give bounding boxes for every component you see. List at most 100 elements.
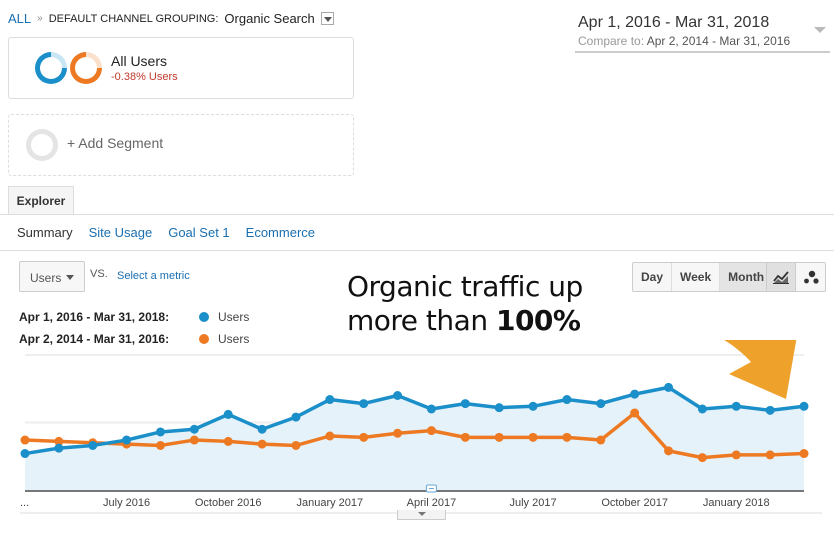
data-point xyxy=(325,431,335,441)
granularity-month-button[interactable]: Month xyxy=(720,263,773,291)
motion-chart-icon xyxy=(803,270,819,284)
x-tick-label: July 2016 xyxy=(103,497,150,509)
subtab-site-usage[interactable]: Site Usage xyxy=(89,225,153,240)
data-point xyxy=(291,412,301,422)
annotation-marker-icon[interactable] xyxy=(425,484,437,493)
x-tick-label: July 2017 xyxy=(509,497,556,509)
data-point xyxy=(460,432,470,442)
x-tick-label: ... xyxy=(20,497,29,509)
annotation-percent: 100% xyxy=(495,304,581,337)
data-point xyxy=(799,401,809,411)
line-chart-button[interactable] xyxy=(767,263,796,291)
data-point xyxy=(155,440,165,450)
breadcrumb-dropdown-icon[interactable] xyxy=(320,12,334,25)
breadcrumb-separator: » xyxy=(37,13,43,24)
segment-change: -0.38% Users xyxy=(111,71,178,83)
empty-segment-icon xyxy=(26,129,58,161)
granularity-toggle: Day Week Month xyxy=(632,262,774,292)
data-point xyxy=(630,408,640,418)
data-point xyxy=(189,435,199,445)
granularity-week-button[interactable]: Week xyxy=(672,263,721,291)
date-range-underline xyxy=(575,51,830,53)
data-point xyxy=(596,435,606,445)
chart-collapse-handle[interactable] xyxy=(397,510,446,520)
curved-arrow-icon xyxy=(723,340,797,399)
data-point xyxy=(359,432,369,442)
data-point xyxy=(155,427,165,437)
add-segment-label: + Add Segment xyxy=(67,135,164,151)
data-point xyxy=(765,405,775,415)
line-chart: ... July 2016 October 2016 January 2017 Apri… xyxy=(20,340,822,514)
data-point xyxy=(20,435,30,445)
granularity-day-button[interactable]: Day xyxy=(633,263,673,291)
data-point xyxy=(799,449,809,459)
data-point xyxy=(257,439,267,449)
data-point xyxy=(664,382,674,392)
legend-range: Apr 1, 2016 - Mar 31, 2018: xyxy=(19,310,170,324)
add-segment-button[interactable]: + Add Segment xyxy=(8,114,354,176)
annotation-line-1: Organic traffic up xyxy=(347,270,583,303)
data-point xyxy=(20,449,30,459)
data-point xyxy=(223,436,233,446)
data-point xyxy=(494,432,504,442)
data-point xyxy=(528,432,538,442)
data-point xyxy=(223,409,233,419)
segment-all-users[interactable]: All Users -0.38% Users xyxy=(8,37,354,99)
data-point xyxy=(426,404,436,414)
data-point xyxy=(189,424,199,434)
tab-explorer[interactable]: Explorer xyxy=(8,186,74,215)
data-point xyxy=(765,450,775,460)
data-point xyxy=(393,428,403,438)
annotation-line-2-text: more than xyxy=(347,304,496,337)
select-metric-link[interactable]: Select a metric xyxy=(117,270,190,282)
data-point xyxy=(257,424,267,434)
subtab-bar: Summary Site Usage Goal Set 1 Ecommerce xyxy=(17,225,315,240)
metric-dropdown[interactable]: Users xyxy=(19,261,85,292)
x-tick-label: October 2016 xyxy=(195,497,262,509)
data-point xyxy=(88,440,98,450)
annotation-callout: Organic traffic up more than 100% xyxy=(347,270,583,338)
compare-label: Compare to: xyxy=(578,34,645,48)
data-point xyxy=(697,453,707,463)
segment-donut-orange-icon xyxy=(70,52,102,84)
data-point xyxy=(528,401,538,411)
breadcrumb-value: Organic Search xyxy=(224,11,315,26)
data-point xyxy=(562,395,572,405)
legend-row-current: Apr 1, 2016 - Mar 31, 2018: xyxy=(19,310,169,324)
data-point xyxy=(54,443,64,453)
breadcrumb-all-link[interactable]: ALL xyxy=(8,11,31,26)
date-range-dropdown-icon[interactable] xyxy=(814,27,826,33)
motion-chart-button[interactable] xyxy=(796,263,825,291)
data-point xyxy=(359,399,369,409)
compare-range: Apr 2, 2014 - Mar 31, 2016 xyxy=(646,34,791,48)
data-point xyxy=(596,399,606,409)
subtab-summary[interactable]: Summary xyxy=(17,225,73,240)
subtab-ecommerce[interactable]: Ecommerce xyxy=(246,225,315,240)
tab-divider xyxy=(0,214,834,215)
data-point xyxy=(122,435,132,445)
legend-dot-blue-icon xyxy=(199,312,209,322)
chart-type-toggle xyxy=(766,262,826,292)
date-range-compare[interactable]: Compare to: Apr 2, 2014 - Mar 31, 2016 xyxy=(578,34,790,48)
data-point xyxy=(562,432,572,442)
data-point xyxy=(494,403,504,413)
x-tick-label: October 2017 xyxy=(601,497,668,509)
subtab-divider xyxy=(0,250,834,251)
data-point xyxy=(664,446,674,456)
date-range-primary[interactable]: Apr 1, 2016 - Mar 31, 2018 xyxy=(578,14,769,32)
x-tick-label: January 2018 xyxy=(703,497,770,509)
data-point xyxy=(731,450,741,460)
vs-label: VS. xyxy=(90,268,108,280)
segment-title: All Users xyxy=(111,53,168,69)
x-tick-label: January 2017 xyxy=(296,497,363,509)
line-chart-icon xyxy=(773,271,789,284)
data-point xyxy=(325,395,335,405)
x-tick-label: April 2017 xyxy=(407,497,457,509)
data-point xyxy=(393,391,403,400)
data-point xyxy=(697,404,707,414)
data-point xyxy=(731,401,741,411)
data-point xyxy=(426,426,436,436)
segment-donut-blue-icon xyxy=(35,52,67,84)
subtab-goal-set-1[interactable]: Goal Set 1 xyxy=(168,225,229,240)
breadcrumb-dimension: DEFAULT CHANNEL GROUPING: xyxy=(48,12,219,25)
